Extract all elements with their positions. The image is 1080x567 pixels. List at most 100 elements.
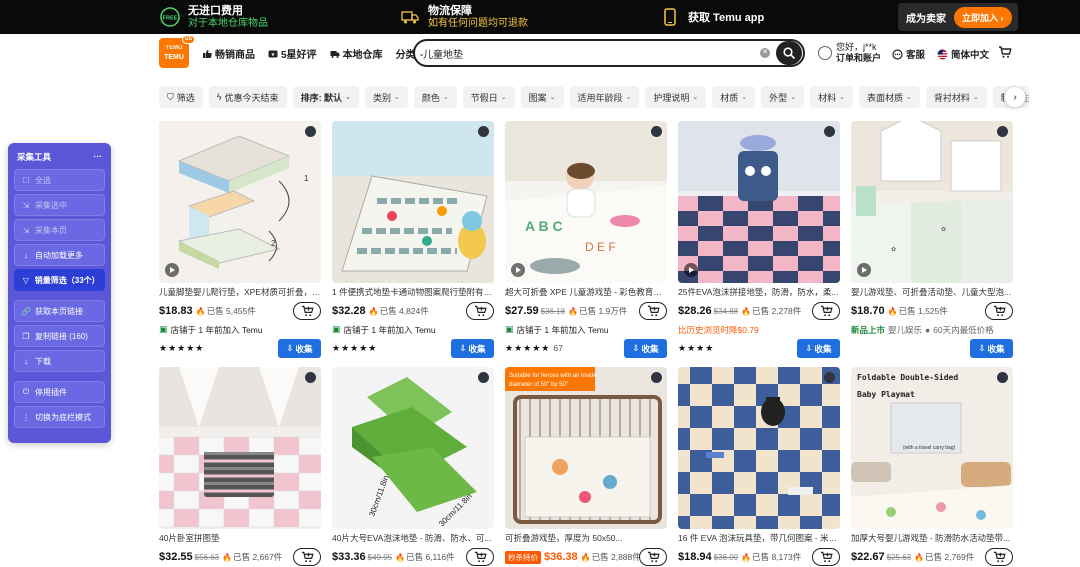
product-title[interactable]: 可折叠游戏垫，厚度为 50x50... — [505, 533, 667, 544]
add-to-cart-button[interactable] — [985, 302, 1013, 320]
product-card[interactable]: A B C D E F 超大可折叠 XPE 儿童游戏垫 - 彩色教育动... $27… — [505, 121, 667, 358]
product-image[interactable]: Suitable for fences with an inside diamet… — [505, 367, 667, 529]
filter-chip[interactable]: 排序: 默认 ⌄ — [292, 86, 359, 108]
product-card[interactable]: Suitable for fences with an inside diamet… — [505, 367, 667, 566]
product-title[interactable]: 40片卧室拼图垫 — [159, 533, 321, 544]
collect-selected-button[interactable]: ⇲ 采集选中 — [14, 194, 105, 216]
auto-load-more-button[interactable]: ↓ 自动加载更多 — [14, 244, 105, 266]
select-checkbox[interactable] — [651, 126, 662, 137]
product-card[interactable]: ✿ ✿ 婴儿游戏垫、可折叠活动垫、儿童大型泡... $18.70 🔥 已售 1,525件… — [851, 121, 1013, 358]
filter-chip[interactable]: 节假日 ⌄ — [462, 86, 515, 108]
select-checkbox[interactable] — [997, 126, 1008, 137]
product-image[interactable] — [159, 367, 321, 529]
product-card[interactable]: 40片卧室拼图垫 $32.55 $56.63 🔥 已售 2,667件 — [159, 367, 321, 566]
product-title[interactable]: 婴儿游戏垫、可折叠活动垫、儿童大型泡... — [851, 287, 1013, 298]
add-to-cart-button[interactable] — [639, 548, 667, 566]
filter-chip[interactable]: 类别 ⌄ — [364, 86, 408, 108]
add-to-cart-button[interactable] — [293, 548, 321, 566]
filter-scroll-right-button[interactable]: › — [1004, 86, 1026, 108]
select-checkbox[interactable] — [997, 372, 1008, 383]
language-selector[interactable]: 简体中文 — [937, 47, 989, 61]
filter-chip[interactable]: 材质 ⌄ — [712, 86, 756, 108]
product-image[interactable]: Foldable Double-Sided Baby Playmat (with… — [851, 367, 1013, 529]
logistics-guarantee-segment[interactable]: 物流保障 如有任何问题均可退款 — [400, 0, 528, 34]
filter-chip[interactable]: 背衬材料 ⌄ — [925, 86, 987, 108]
filter-chip[interactable]: 适用年龄段 ⌄ — [569, 86, 640, 108]
select-checkbox[interactable] — [651, 372, 662, 383]
nav-five-star[interactable]: ★ 5星好评 — [268, 46, 317, 61]
sales-filter-button[interactable]: ▽ 销量筛选（33个） — [14, 269, 105, 291]
product-image[interactable] — [678, 121, 840, 283]
collect-button[interactable]: ⇩ 收集 — [451, 339, 494, 358]
select-checkbox[interactable] — [305, 372, 316, 383]
select-all-button[interactable]: ☐ 全选 — [14, 169, 105, 191]
add-to-cart-button[interactable] — [639, 302, 667, 320]
nav-local-warehouse[interactable]: 本地仓库 — [330, 46, 383, 61]
filter-chip[interactable]: 颜色 ⌄ — [413, 86, 457, 108]
join-now-button[interactable]: 立即加入 › — [954, 6, 1012, 28]
get-page-links-button[interactable]: 🔗 获取本页链接 — [14, 300, 105, 322]
download-button[interactable]: ↓ 下载 — [14, 350, 105, 372]
collect-button[interactable]: ⇩ 收集 — [624, 339, 667, 358]
product-card[interactable]: Foldable Double-Sided Baby Playmat (with… — [851, 367, 1013, 566]
product-card[interactable]: 25件EVA泡沫拼接地垫，防滑，防水，柔... $28.26 $34.88 🔥 已售 2… — [678, 121, 840, 358]
product-title[interactable]: 1 件便携式地垫卡通动物图案爬行垫附有手... — [332, 287, 494, 298]
filter-chip[interactable]: 图案 ⌄ — [520, 86, 564, 108]
nav-best-sellers[interactable]: 畅销商品 — [202, 46, 255, 61]
select-checkbox[interactable] — [305, 126, 316, 137]
disable-plugin-button[interactable]: ⏻ 停用插件 — [14, 381, 105, 403]
product-title[interactable]: 25件EVA泡沫拼接地垫，防滑，防水，柔... — [678, 287, 840, 298]
filter-chip[interactable]: 护理说明 ⌄ — [645, 86, 707, 108]
product-image[interactable]: ✿ ✿ — [851, 121, 1013, 283]
get-app-segment[interactable]: 获取 Temu app — [660, 0, 764, 34]
clear-search-icon[interactable]: ✕ — [760, 48, 770, 58]
product-image[interactable] — [678, 367, 840, 529]
product-image[interactable]: 1 2 — [159, 121, 321, 283]
product-image[interactable]: 30cm/11.8in 30cm/11.8in — [332, 367, 494, 529]
filter-chip[interactable]: 外型 ⌄ — [761, 86, 805, 108]
add-to-cart-button[interactable] — [812, 548, 840, 566]
select-checkbox[interactable] — [824, 372, 835, 383]
add-to-cart-button[interactable] — [812, 302, 840, 320]
play-video-icon[interactable] — [511, 263, 525, 277]
product-title[interactable]: 超大可折叠 XPE 儿童游戏垫 - 彩色教育动... — [505, 287, 667, 298]
temu-logo[interactable]: TEMU TEMU US — [159, 35, 195, 68]
select-checkbox[interactable] — [824, 126, 835, 137]
add-to-cart-button[interactable] — [466, 302, 494, 320]
add-to-cart-button[interactable] — [985, 548, 1013, 566]
product-title[interactable]: 儿童脚垫婴儿爬行垫，XPE材质可折叠，防... — [159, 287, 321, 298]
customer-service-link[interactable]: 客服 — [892, 47, 925, 61]
add-to-cart-button[interactable] — [293, 302, 321, 320]
product-card[interactable]: 1 2 儿童脚垫婴儿爬行垫，XPE材质可折叠，防... $18.83 🔥 已售 5,4… — [159, 121, 321, 358]
product-title[interactable]: 40片大号EVA泡沫地垫 - 防滑、防水、可... — [332, 533, 494, 544]
play-video-icon[interactable] — [165, 263, 179, 277]
panel-more-icon[interactable]: ··· — [94, 151, 103, 163]
collect-button[interactable]: ⇩ 收集 — [970, 339, 1013, 358]
collect-page-button[interactable]: ⇲ 采集本页 — [14, 219, 105, 241]
search-button[interactable] — [776, 41, 802, 65]
collect-button[interactable]: ⇩ 收集 — [278, 339, 321, 358]
no-import-fee-segment[interactable]: FREE 无进口费用 对于本地仓库物品 — [160, 0, 268, 34]
select-checkbox[interactable] — [478, 126, 489, 137]
product-image[interactable]: A B C D E F — [505, 121, 667, 283]
switch-bottom-mode-button[interactable]: ⋮ 切换为底栏模式 — [14, 406, 105, 428]
play-video-icon[interactable] — [684, 263, 698, 277]
search-input[interactable] — [423, 47, 760, 59]
filter-chip[interactable]: ϟ 优惠今天结束 — [208, 86, 287, 108]
account-menu[interactable]: 您好，j**k 订单和账户 — [818, 42, 881, 64]
product-title[interactable]: 16 件 EVA 泡沫玩具垫，带几何图案 - 米色... — [678, 533, 840, 544]
copy-links-button[interactable]: ❐ 复制链接 (160) — [14, 325, 105, 347]
cart-button[interactable] — [998, 45, 1012, 59]
filter-chip[interactable]: 材料 ⌄ — [810, 86, 853, 108]
select-checkbox[interactable] — [478, 372, 489, 383]
filter-chip[interactable]: 表面材质 ⌄ — [858, 86, 920, 108]
add-to-cart-button[interactable] — [466, 548, 494, 566]
product-image[interactable] — [332, 121, 494, 283]
product-title[interactable]: 加厚大号婴儿游戏垫 - 防滑防水活动垫带... — [851, 533, 1013, 544]
product-card[interactable]: 30cm/11.8in 30cm/11.8in 40片大号EVA泡沫地垫 - 防… — [332, 367, 494, 566]
product-card[interactable]: 16 件 EVA 泡沫玩具垫，带几何图案 - 米色... $18.94 $36.09… — [678, 367, 840, 566]
filter-chip[interactable]: ⛉ 筛选 — [159, 86, 203, 108]
product-card[interactable]: 1 件便携式地垫卡通动物图案爬行垫附有手... $32.28 🔥 已售 4,824件 ▣… — [332, 121, 494, 358]
play-video-icon[interactable] — [857, 263, 871, 277]
collect-button[interactable]: ⇩ 收集 — [797, 339, 840, 358]
